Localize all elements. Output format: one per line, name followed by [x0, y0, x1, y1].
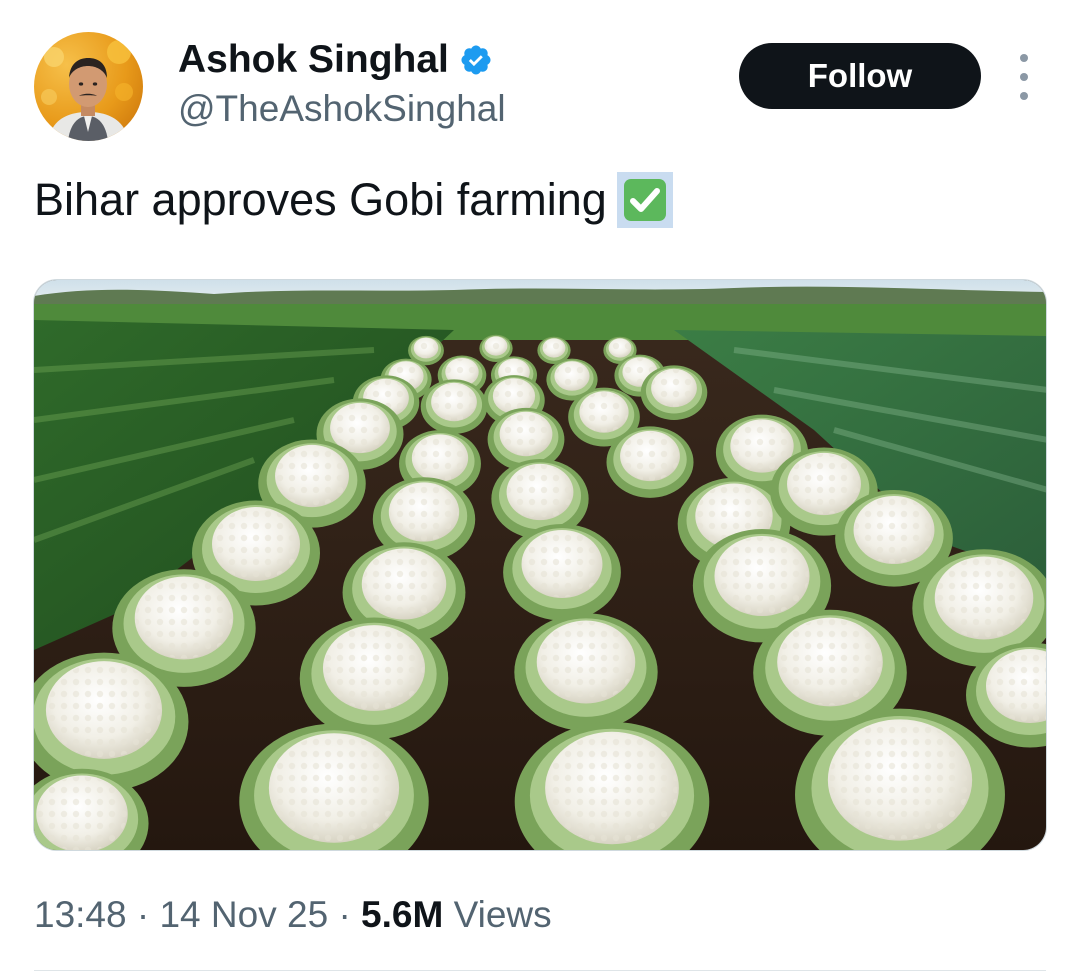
cauliflower-texture — [412, 434, 468, 482]
views-label: Views — [453, 894, 552, 935]
verified-badge-icon — [461, 45, 491, 75]
cauliflower-texture — [522, 530, 602, 598]
tweet-date[interactable]: 14 Nov 25 — [159, 894, 328, 935]
cauliflower-texture — [854, 496, 934, 564]
tweet-text: Bihar approves Gobi farming — [34, 168, 673, 232]
display-name-text: Ashok Singhal — [178, 38, 449, 81]
cauliflower-field-photo — [34, 280, 1046, 850]
avatar[interactable] — [34, 32, 143, 141]
display-name[interactable]: Ashok Singhal — [178, 36, 493, 84]
cauliflower-texture — [829, 720, 971, 840]
more-vertical-icon[interactable] — [1010, 54, 1038, 100]
separator: · — [338, 894, 351, 935]
cauliflower-texture — [389, 483, 459, 541]
tweet-media[interactable] — [33, 279, 1047, 851]
cauliflower-texture — [500, 412, 552, 456]
user-handle[interactable]: @TheAshokSinghal — [178, 86, 506, 132]
divider — [34, 970, 1046, 971]
separator: · — [136, 894, 150, 935]
views-count: 5.6M — [361, 894, 444, 935]
follow-button[interactable]: Follow — [739, 43, 981, 109]
cauliflower-texture — [275, 445, 349, 507]
dot — [1020, 73, 1028, 81]
cauliflower-texture — [778, 618, 882, 706]
cauliflower-texture — [715, 537, 809, 615]
dot — [1020, 54, 1028, 62]
cauliflower-texture — [542, 338, 566, 358]
avatar-photo — [41, 40, 133, 141]
cauliflower-texture — [413, 337, 439, 359]
cauliflower-texture — [213, 508, 299, 580]
check-mark-button-emoji — [616, 172, 673, 228]
tweet-time[interactable]: 13:48 — [34, 894, 127, 935]
cauliflower-texture — [362, 549, 446, 619]
cauliflower-texture — [935, 557, 1033, 639]
cauliflower-texture — [484, 336, 508, 356]
cauliflower-texture — [324, 626, 424, 710]
cauliflower-texture — [537, 621, 635, 703]
cauliflower-texture — [330, 403, 390, 453]
cauliflower-texture — [47, 662, 161, 758]
tweet-meta: 13:48 · 14 Nov 25 · 5.6M Views — [34, 890, 552, 940]
dot — [1020, 92, 1028, 100]
tweet-body: Bihar approves Gobi farming — [34, 174, 607, 225]
cauliflower-texture — [554, 361, 590, 391]
cauliflower-texture — [608, 338, 632, 358]
cauliflower-texture — [135, 577, 233, 659]
cauliflower-texture — [787, 453, 861, 515]
cauliflower-texture — [270, 734, 398, 842]
cauliflower-texture — [431, 383, 477, 421]
cauliflower-texture — [546, 733, 678, 843]
cauliflower-texture — [651, 369, 697, 407]
cauliflower-texture — [507, 464, 573, 520]
cauliflower-texture — [37, 776, 127, 850]
cauliflower-texture — [620, 431, 680, 481]
check-mark-icon — [623, 179, 666, 221]
cauliflower-texture — [579, 391, 629, 433]
